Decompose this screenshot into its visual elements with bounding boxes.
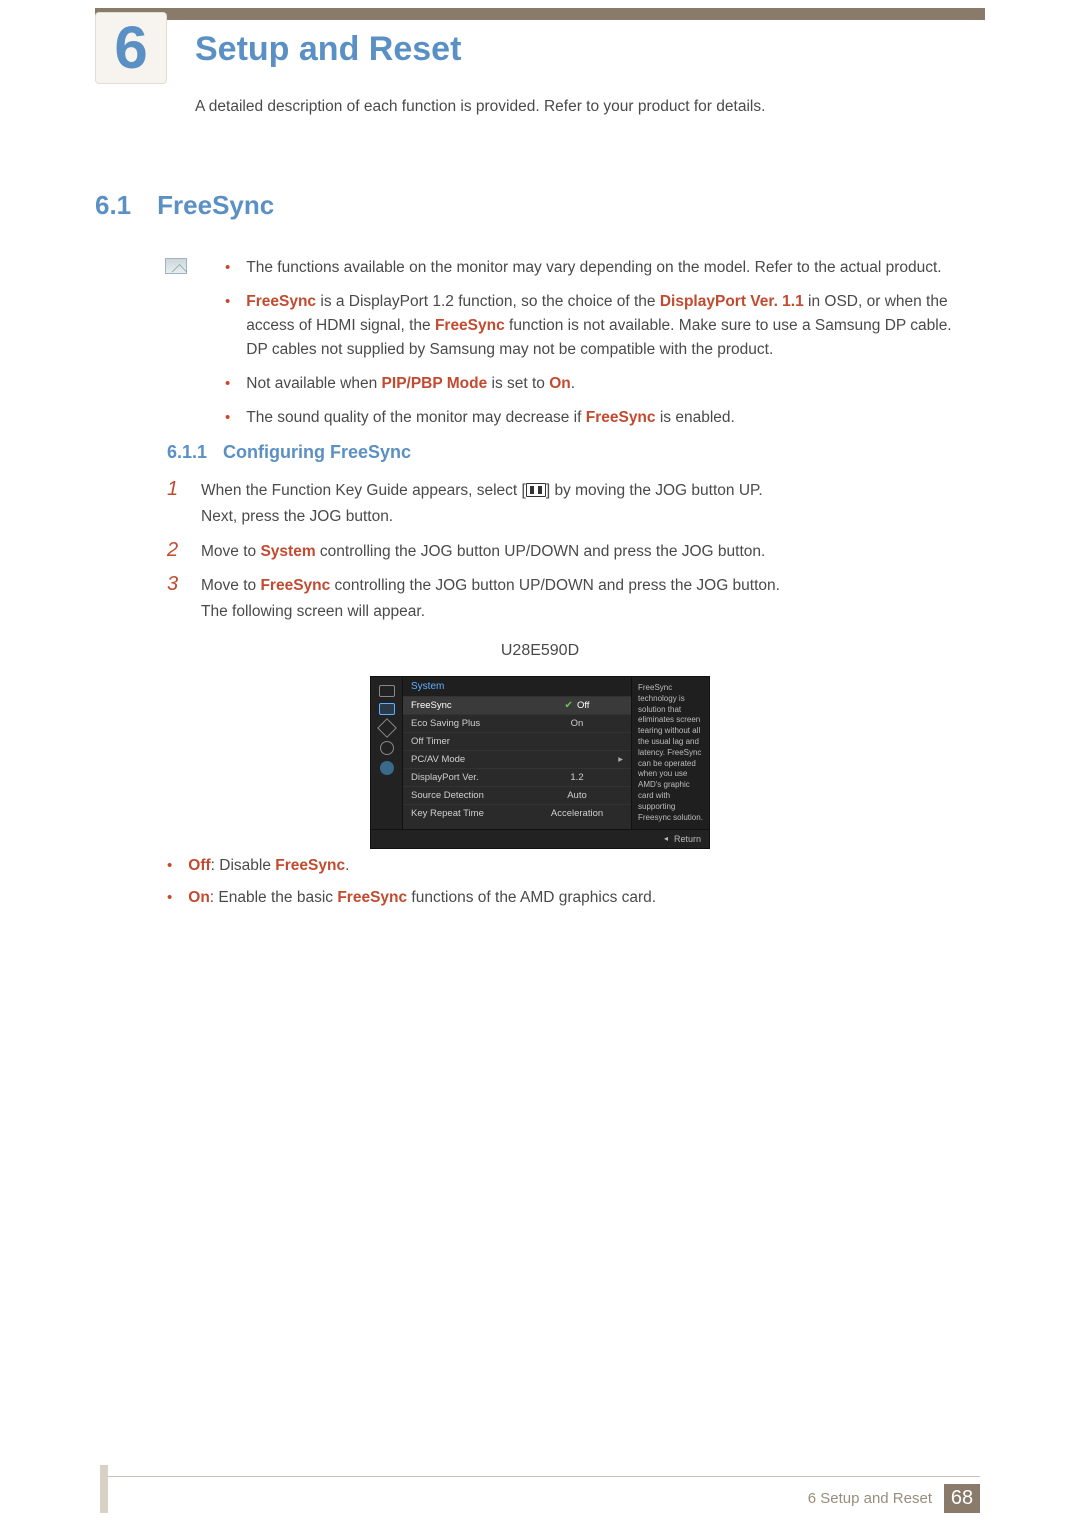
bullet-icon: • [167, 854, 172, 878]
osd-row-label: Source Detection [411, 790, 531, 801]
osd-row: Off Timer [403, 732, 631, 750]
osd-row-freesync: FreeSync ✔Off [403, 696, 631, 714]
section-heading: 6.1 FreeSync [95, 190, 985, 221]
term-dp-ver: DisplayPort Ver. 1.1 [660, 293, 804, 310]
check-icon: ✔ [565, 700, 573, 711]
osd-row: PC/AV Mode ▸ [403, 750, 631, 768]
term-pip-pbp: PIP/PBP Mode [382, 375, 488, 392]
note-text: The sound quality of the monitor may dec… [246, 406, 735, 430]
subsection-heading: 6.1.1 Configuring FreeSync [167, 442, 970, 463]
osd-row-label: FreeSync [411, 700, 531, 711]
left-arrow-icon: ◂ [664, 834, 668, 844]
chapter-subtitle: A detailed description of each function … [195, 95, 970, 119]
step-number: 3 [167, 573, 185, 626]
chapter-number: 6 [114, 18, 147, 78]
osd-row-label: DisplayPort Ver. [411, 772, 531, 783]
note-text: The functions available on the monitor m… [246, 256, 941, 280]
osd-row-value: ✔Off [531, 700, 623, 711]
footer-right: 6 Setup and Reset 68 [808, 1484, 980, 1513]
monitor-icon [379, 685, 395, 697]
osd-row-value: On [531, 718, 623, 729]
footer-divider [100, 1476, 980, 1477]
header-bar [95, 8, 985, 20]
chapter-title: Setup and Reset [195, 30, 461, 69]
term-freesync: FreeSync [586, 409, 656, 426]
osd-caption: U28E590D [0, 642, 1080, 660]
osd-row: Key Repeat Time Acceleration [403, 804, 631, 822]
bullet-icon: • [225, 290, 230, 362]
gear-icon [380, 741, 394, 755]
term-system: System [260, 543, 315, 560]
info-icon [380, 761, 394, 775]
osd-return-label: Return [674, 834, 701, 844]
subsection-title: Configuring FreeSync [223, 442, 411, 463]
step-number: 1 [167, 478, 185, 531]
step-text: Move to FreeSync controlling the JOG but… [201, 573, 780, 626]
navigate-icon [377, 718, 397, 738]
bullet-icon: • [225, 256, 230, 280]
osd-row-label: Off Timer [411, 736, 531, 747]
step-number: 2 [167, 539, 185, 565]
step-text: When the Function Key Guide appears, sel… [201, 478, 763, 531]
osd-row: Source Detection Auto [403, 786, 631, 804]
osd-row: DisplayPort Ver. 1.2 [403, 768, 631, 786]
osd-side-icons [371, 677, 403, 829]
note-text: Not available when PIP/PBP Mode is set t… [246, 372, 575, 396]
picture-icon [379, 703, 395, 715]
section-title: FreeSync [157, 190, 274, 221]
term-freesync: FreeSync [260, 577, 330, 594]
osd-row-value: 1.2 [531, 772, 623, 783]
osd-footer: ◂ Return [371, 829, 709, 848]
osd-screenshot: System FreeSync ✔Off Eco Saving Plus On … [370, 676, 710, 849]
subsection-number: 6.1.1 [167, 442, 207, 463]
page-number: 68 [944, 1484, 980, 1513]
term-on: On [549, 375, 571, 392]
footer-chapter-label: 6 Setup and Reset [808, 1484, 944, 1513]
term-freesync: FreeSync [275, 857, 345, 874]
osd-row: Eco Saving Plus On [403, 714, 631, 732]
osd-row-label: PC/AV Mode [411, 754, 519, 765]
bullet-icon: • [225, 406, 230, 430]
osd-row-label: Eco Saving Plus [411, 718, 531, 729]
osd-menu: System FreeSync ✔Off Eco Saving Plus On … [403, 677, 631, 829]
bullet-icon: • [167, 886, 172, 910]
section-number: 6.1 [95, 190, 131, 221]
steps-list: 1 When the Function Key Guide appears, s… [167, 478, 970, 634]
osd-row-value: Auto [531, 790, 623, 801]
option-text: Off: Disable FreeSync. [188, 854, 349, 878]
osd-row-value: Acceleration [531, 808, 623, 819]
osd-menu-title: System [403, 677, 631, 696]
menu-icon [526, 483, 546, 497]
osd-help-text: FreeSync technology is solution that eli… [631, 677, 709, 829]
bullet-icon: • [225, 372, 230, 396]
step-text: Move to System controlling the JOG butto… [201, 539, 765, 565]
term-freesync: FreeSync [435, 317, 505, 334]
note-icon [165, 258, 187, 274]
options-list: • Off: Disable FreeSync. • On: Enable th… [167, 854, 970, 918]
footer-left-decoration [100, 1465, 108, 1513]
term-freesync: FreeSync [337, 889, 407, 906]
term-freesync: FreeSync [246, 293, 316, 310]
osd-row-label: Key Repeat Time [411, 808, 531, 819]
note-text: FreeSync is a DisplayPort 1.2 function, … [246, 290, 970, 362]
term-on: On [188, 889, 210, 906]
note-block: • The functions available on the monitor… [165, 256, 970, 440]
chevron-right-icon: ▸ [611, 754, 623, 765]
term-off: Off [188, 857, 210, 874]
option-text: On: Enable the basic FreeSync functions … [188, 886, 656, 910]
chapter-number-badge: 6 [95, 12, 167, 84]
